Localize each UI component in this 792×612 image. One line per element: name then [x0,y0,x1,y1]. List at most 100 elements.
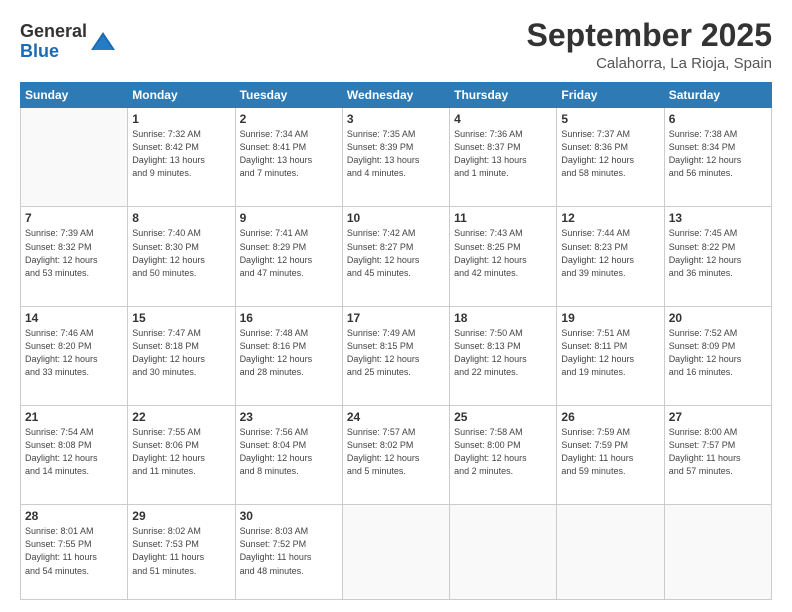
day-info: Sunrise: 7:38 AMSunset: 8:34 PMDaylight:… [669,128,767,180]
day-number: 3 [347,112,445,126]
day-number: 18 [454,311,552,325]
logo-text: General Blue [20,22,87,62]
day-number: 15 [132,311,230,325]
day-info: Sunrise: 8:00 AMSunset: 7:57 PMDaylight:… [669,426,767,478]
day-number: 17 [347,311,445,325]
day-number: 13 [669,211,767,225]
table-row: 3 Sunrise: 7:35 AMSunset: 8:39 PMDaylight… [342,108,449,207]
day-info: Sunrise: 7:41 AMSunset: 8:29 PMDaylight:… [240,227,338,279]
day-info: Sunrise: 7:40 AMSunset: 8:30 PMDaylight:… [132,227,230,279]
table-row: 18 Sunrise: 7:50 AMSunset: 8:13 PMDayligh… [450,306,557,405]
day-number: 27 [669,410,767,424]
day-info: Sunrise: 7:49 AMSunset: 8:15 PMDaylight:… [347,327,445,379]
table-row: 5 Sunrise: 7:37 AMSunset: 8:36 PMDaylight… [557,108,664,207]
col-wednesday: Wednesday [342,83,449,108]
table-row: 12 Sunrise: 7:44 AMSunset: 8:23 PMDayligh… [557,207,664,306]
day-number: 11 [454,211,552,225]
day-info: Sunrise: 7:58 AMSunset: 8:00 PMDaylight:… [454,426,552,478]
logo-icon [89,28,117,56]
table-row: 27 Sunrise: 8:00 AMSunset: 7:57 PMDayligh… [664,406,771,505]
col-friday: Friday [557,83,664,108]
day-number: 12 [561,211,659,225]
day-info: Sunrise: 7:54 AMSunset: 8:08 PMDaylight:… [25,426,123,478]
day-info: Sunrise: 7:56 AMSunset: 8:04 PMDaylight:… [240,426,338,478]
day-number: 26 [561,410,659,424]
day-info: Sunrise: 7:34 AMSunset: 8:41 PMDaylight:… [240,128,338,180]
table-row [21,108,128,207]
day-number: 29 [132,509,230,523]
day-number: 19 [561,311,659,325]
day-number: 1 [132,112,230,126]
table-row [557,505,664,600]
logo: General Blue [20,22,117,62]
day-info: Sunrise: 7:51 AMSunset: 8:11 PMDaylight:… [561,327,659,379]
day-info: Sunrise: 7:48 AMSunset: 8:16 PMDaylight:… [240,327,338,379]
table-row: 25Sunrise: 7:58 AMSunset: 8:00 PMDayligh… [450,406,557,505]
table-row [664,505,771,600]
day-number: 4 [454,112,552,126]
table-row: 21 Sunrise: 7:54 AMSunset: 8:08 PMDayligh… [21,406,128,505]
table-row: 20 Sunrise: 7:52 AMSunset: 8:09 PMDayligh… [664,306,771,405]
day-info: Sunrise: 7:37 AMSunset: 8:36 PMDaylight:… [561,128,659,180]
table-row: 8 Sunrise: 7:40 AMSunset: 8:30 PMDaylight… [128,207,235,306]
table-row: 28 Sunrise: 8:01 AMSunset: 7:55 PMDayligh… [21,505,128,600]
table-row: 1Sunrise: 7:32 AMSunset: 8:42 PMDaylight… [128,108,235,207]
table-row: 4 Sunrise: 7:36 AMSunset: 8:37 PMDaylight… [450,108,557,207]
col-sunday: Sunday [21,83,128,108]
day-info: Sunrise: 7:45 AMSunset: 8:22 PMDaylight:… [669,227,767,279]
col-saturday: Saturday [664,83,771,108]
day-info: Sunrise: 8:02 AMSunset: 7:53 PMDaylight:… [132,525,230,577]
day-info: Sunrise: 7:42 AMSunset: 8:27 PMDaylight:… [347,227,445,279]
table-row: 14Sunrise: 7:46 AMSunset: 8:20 PMDayligh… [21,306,128,405]
logo-blue: Blue [20,42,87,62]
col-thursday: Thursday [450,83,557,108]
calendar-title: September 2025 [527,18,772,53]
day-info: Sunrise: 8:01 AMSunset: 7:55 PMDaylight:… [25,525,123,577]
table-row: 16 Sunrise: 7:48 AMSunset: 8:16 PMDayligh… [235,306,342,405]
day-number: 28 [25,509,123,523]
day-info: Sunrise: 7:44 AMSunset: 8:23 PMDaylight:… [561,227,659,279]
day-info: Sunrise: 7:59 AMSunset: 7:59 PMDaylight:… [561,426,659,478]
table-row: 24 Sunrise: 7:57 AMSunset: 8:02 PMDayligh… [342,406,449,505]
col-monday: Monday [128,83,235,108]
day-info: Sunrise: 7:57 AMSunset: 8:02 PMDaylight:… [347,426,445,478]
table-row: 26 Sunrise: 7:59 AMSunset: 7:59 PMDayligh… [557,406,664,505]
calendar-subtitle: Calahorra, La Rioja, Spain [527,55,772,72]
header-row: Sunday Monday Tuesday Wednesday Thursday… [21,83,772,108]
day-number: 30 [240,509,338,523]
page: General Blue September 2025 Calahorra, L… [0,0,792,612]
day-number: 2 [240,112,338,126]
day-info: Sunrise: 7:36 AMSunset: 8:37 PMDaylight:… [454,128,552,180]
day-number: 21 [25,410,123,424]
table-row: 9 Sunrise: 7:41 AMSunset: 8:29 PMDaylight… [235,207,342,306]
day-info: Sunrise: 7:43 AMSunset: 8:25 PMDaylight:… [454,227,552,279]
day-number: 24 [347,410,445,424]
day-info: Sunrise: 7:52 AMSunset: 8:09 PMDaylight:… [669,327,767,379]
day-info: Sunrise: 7:55 AMSunset: 8:06 PMDaylight:… [132,426,230,478]
table-row: 19 Sunrise: 7:51 AMSunset: 8:11 PMDayligh… [557,306,664,405]
day-number: 16 [240,311,338,325]
day-number: 6 [669,112,767,126]
day-info: Sunrise: 7:47 AMSunset: 8:18 PMDaylight:… [132,327,230,379]
day-number: 23 [240,410,338,424]
day-info: Sunrise: 8:03 AMSunset: 7:52 PMDaylight:… [240,525,338,577]
day-info: Sunrise: 7:35 AMSunset: 8:39 PMDaylight:… [347,128,445,180]
day-info: Sunrise: 7:50 AMSunset: 8:13 PMDaylight:… [454,327,552,379]
logo-general: General [20,22,87,42]
table-row: 13 Sunrise: 7:45 AMSunset: 8:22 PMDayligh… [664,207,771,306]
day-info: Sunrise: 7:39 AMSunset: 8:32 PMDaylight:… [25,227,123,279]
table-row: 7 Sunrise: 7:39 AMSunset: 8:32 PMDaylight… [21,207,128,306]
table-row: 15 Sunrise: 7:47 AMSunset: 8:18 PMDayligh… [128,306,235,405]
table-row: 30 Sunrise: 8:03 AMSunset: 7:52 PMDayligh… [235,505,342,600]
day-number: 7 [25,211,123,225]
day-number: 20 [669,311,767,325]
day-number: 5 [561,112,659,126]
table-row [342,505,449,600]
day-number: 22 [132,410,230,424]
table-row: 17 Sunrise: 7:49 AMSunset: 8:15 PMDayligh… [342,306,449,405]
header: General Blue September 2025 Calahorra, L… [20,18,772,72]
day-number: 8 [132,211,230,225]
calendar-table: Sunday Monday Tuesday Wednesday Thursday… [20,82,772,600]
day-number: 9 [240,211,338,225]
title-block: September 2025 Calahorra, La Rioja, Spai… [527,18,772,72]
